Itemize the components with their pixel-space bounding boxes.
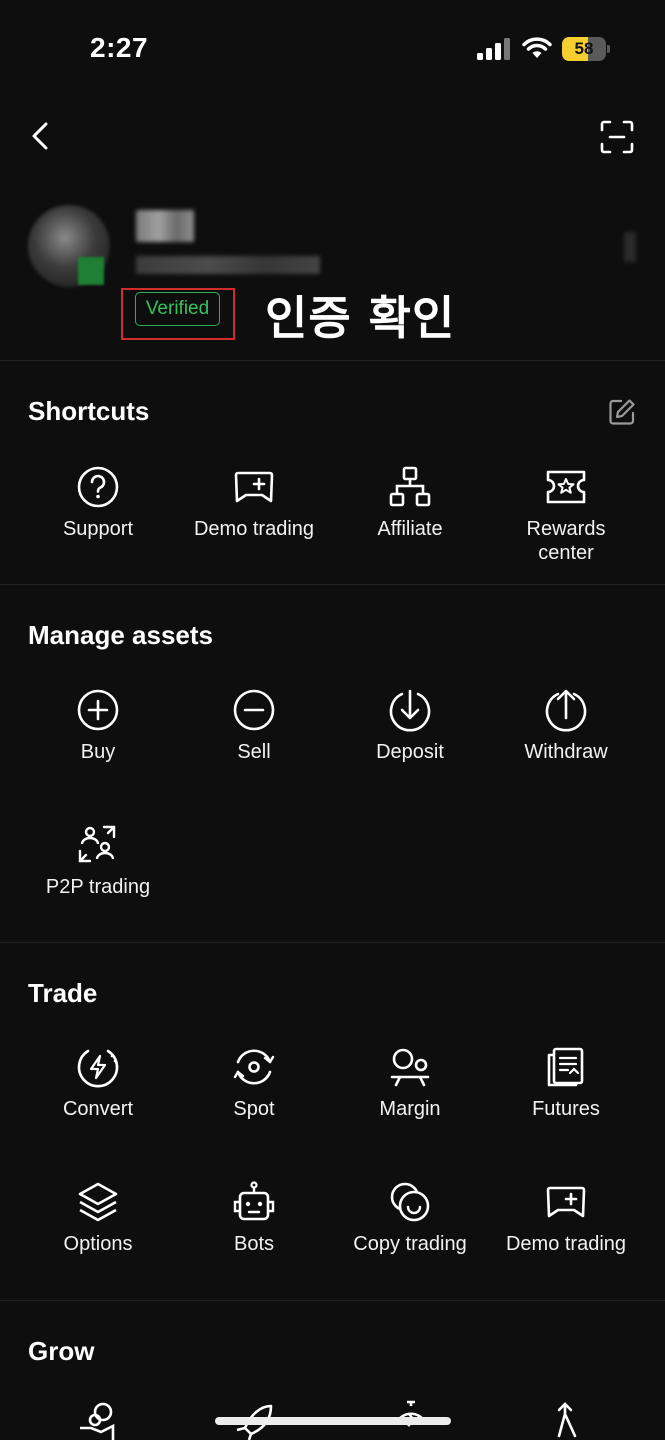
section-title-manage-assets: Manage assets: [28, 620, 213, 650]
asset-label: Deposit: [376, 741, 444, 763]
trade-convert[interactable]: Convert: [20, 1045, 176, 1121]
divider: [0, 584, 665, 585]
asset-sell[interactable]: Sell: [176, 688, 332, 764]
section-title-trade: Trade: [28, 978, 98, 1008]
asset-withdraw[interactable]: Withdraw: [488, 688, 644, 764]
p2p-users-icon: [78, 825, 116, 863]
trade-label: Spot: [233, 1098, 275, 1120]
robot-icon: [233, 1181, 275, 1221]
edit-icon[interactable]: [607, 397, 637, 427]
copy-trading-icon: [390, 1182, 430, 1222]
shortcut-label: Support: [62, 518, 134, 540]
asset-label: Withdraw: [524, 741, 608, 763]
section-title-grow: Grow: [28, 1336, 95, 1366]
shortcut-rewards-center[interactable]: Rewards center: [488, 465, 644, 565]
arrow-down-circle-icon: [389, 689, 431, 732]
question-circle-icon: [77, 466, 119, 508]
lightning-circle-icon: [77, 1049, 119, 1088]
grow-item-icon[interactable]: [77, 1400, 121, 1440]
annotation-text: 인증 확인: [265, 291, 456, 345]
arrow-up-circle-icon: [545, 689, 587, 732]
trade-label: Bots: [233, 1233, 275, 1255]
divider: [0, 360, 665, 361]
shortcut-label: Demo trading: [193, 518, 315, 540]
trade-demo-trading[interactable]: Demo trading: [488, 1180, 644, 1256]
status-bar: 2:27 58: [0, 0, 665, 100]
asset-buy[interactable]: Buy: [20, 688, 176, 764]
asset-label: Sell: [237, 741, 271, 763]
gamepad-icon: [234, 471, 274, 503]
chevron-right-icon: [624, 232, 636, 262]
trade-label: Demo trading: [505, 1233, 627, 1255]
profile-id-redacted: [136, 256, 320, 274]
shortcut-support[interactable]: Support: [20, 465, 176, 541]
network-icon: [389, 466, 431, 507]
grow-arrow-icon[interactable]: [545, 1400, 589, 1440]
minus-circle-icon: [233, 689, 275, 731]
verified-badge: Verified: [135, 292, 220, 326]
shortcut-affiliate[interactable]: Affiliate: [332, 465, 488, 541]
divider: [0, 942, 665, 943]
asset-label: P2P trading: [45, 876, 151, 898]
spot-circle-icon: [233, 1049, 275, 1085]
ticket-star-icon: [546, 470, 586, 504]
shortcut-label: Rewards center: [526, 518, 606, 564]
avatar-status-badge: [78, 257, 104, 285]
status-time: 2:27: [90, 32, 149, 63]
chevron-left-icon[interactable]: [24, 116, 60, 156]
scan-icon[interactable]: [598, 118, 636, 156]
futures-document-icon: [547, 1047, 584, 1087]
trade-spot[interactable]: Spot: [176, 1045, 332, 1121]
trade-label: Options: [63, 1233, 133, 1255]
divider: [0, 1300, 665, 1301]
trade-label: Margin: [379, 1098, 441, 1120]
shortcut-demo-trading[interactable]: Demo trading: [176, 465, 332, 541]
margin-icon: [390, 1048, 430, 1087]
layers-icon: [78, 1182, 118, 1222]
home-indicator[interactable]: [215, 1417, 451, 1425]
trade-bots[interactable]: Bots: [176, 1180, 332, 1256]
trade-label: Futures: [532, 1098, 600, 1120]
trade-options[interactable]: Options: [20, 1180, 176, 1256]
battery-indicator: 58: [562, 37, 610, 61]
asset-label: Buy: [80, 741, 116, 763]
shortcut-label: Affiliate: [377, 518, 443, 540]
wifi-icon: [522, 37, 552, 58]
gamepad-icon: [546, 1186, 586, 1218]
profile-name-redacted: [136, 210, 194, 242]
trade-futures[interactable]: Futures: [488, 1045, 644, 1121]
trade-label: Copy trading: [353, 1233, 467, 1255]
plus-circle-icon: [77, 689, 119, 731]
trade-label: Convert: [62, 1098, 134, 1120]
trade-copy-trading[interactable]: Copy trading: [332, 1180, 488, 1256]
asset-deposit[interactable]: Deposit: [332, 688, 488, 764]
battery-level: 58: [574, 39, 594, 58]
section-title-shortcuts: Shortcuts: [28, 396, 150, 426]
asset-p2p-trading[interactable]: P2P trading: [20, 823, 176, 899]
cellular-signal-icon: [477, 38, 510, 60]
trade-margin[interactable]: Margin: [332, 1045, 488, 1121]
